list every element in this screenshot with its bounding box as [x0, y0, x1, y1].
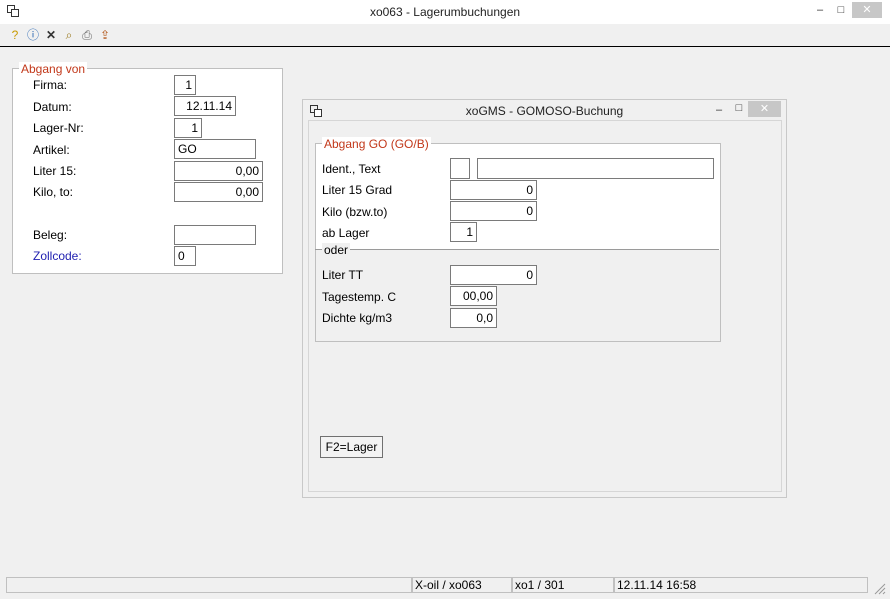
ident-label: Ident., Text — [322, 162, 381, 176]
liter-tt-field[interactable]: 0 — [450, 265, 537, 285]
kilo-bzw-field[interactable]: 0 — [450, 201, 537, 221]
datum-label: Datum: — [33, 100, 72, 114]
minimize-button[interactable]: – — [809, 2, 831, 18]
status-cell-user: xo1 / 301 — [512, 577, 614, 593]
close-button[interactable]: ✕ — [852, 2, 882, 18]
liter-tt-label: Liter TT — [322, 268, 364, 282]
kilo-label: Kilo, to: — [33, 185, 74, 199]
artikel-label: Artikel: — [33, 143, 70, 157]
oder-label: oder — [322, 243, 351, 257]
liter15-field[interactable]: 0,00 — [174, 161, 263, 181]
abgang-legend: Abgang von — [19, 62, 88, 76]
status-cell-datetime: 12.11.14 16:58 — [614, 577, 868, 593]
maximize-button[interactable]: □ — [830, 2, 852, 18]
dichte-field[interactable]: 0,0 — [450, 308, 497, 328]
firma-field[interactable]: 1 — [174, 75, 196, 95]
kilo-field[interactable]: 0,00 — [174, 182, 263, 202]
info-icon[interactable]: ⓘ — [26, 28, 40, 42]
abgang-go-legend: Abgang GO (GO/B) — [322, 137, 431, 151]
zollcode-field[interactable]: 0 — [174, 246, 196, 266]
zollcode-label: Zollcode: — [33, 249, 82, 263]
dialog-close-button[interactable]: ✕ — [748, 101, 781, 117]
dialog-maximize-button[interactable]: □ — [728, 100, 750, 116]
status-cell-main — [6, 577, 412, 593]
ab-lager-label: ab Lager — [322, 226, 370, 240]
liter15-label: Liter 15: — [33, 164, 77, 178]
lager-nr-label: Lager-Nr: — [33, 121, 84, 135]
tagestemp-field[interactable]: 00,00 — [450, 286, 497, 306]
artikel-field[interactable]: GO — [174, 139, 256, 159]
toolbar — [0, 24, 890, 47]
datum-field[interactable]: 12.11.14 — [174, 96, 236, 116]
beleg-field[interactable] — [174, 225, 256, 245]
dichte-label: Dichte kg/m3 — [322, 311, 393, 325]
f2-lager-button[interactable]: F2=Lager — [320, 436, 383, 458]
help-icon[interactable]: ? — [8, 28, 22, 42]
beleg-label: Beleg: — [33, 228, 68, 242]
ab-lager-field[interactable]: 1 — [450, 222, 477, 242]
export-icon[interactable]: ⇪ — [98, 28, 112, 42]
resize-grip-icon[interactable] — [872, 581, 886, 595]
ident-code-field[interactable] — [450, 158, 470, 179]
print-icon[interactable]: ⎙ — [80, 28, 94, 42]
search-icon[interactable]: ⌕ — [62, 28, 76, 42]
liter15grad-field[interactable]: 0 — [450, 180, 537, 200]
firma-label: Firma: — [33, 78, 67, 92]
ident-text-field[interactable] — [477, 158, 714, 179]
status-cell-app: X-oil / xo063 — [412, 577, 512, 593]
delete-icon[interactable]: ✕ — [44, 28, 58, 42]
window-title: xo063 - Lagerumbuchungen — [369, 5, 521, 19]
liter15grad-label: Liter 15 Grad — [322, 183, 393, 197]
dialog-minimize-button[interactable]: – — [708, 102, 730, 118]
lager-nr-field[interactable]: 1 — [174, 118, 202, 138]
tagestemp-label: Tagestemp. C — [322, 290, 397, 304]
kilo-bzw-label: Kilo (bzw.to) — [322, 205, 388, 219]
